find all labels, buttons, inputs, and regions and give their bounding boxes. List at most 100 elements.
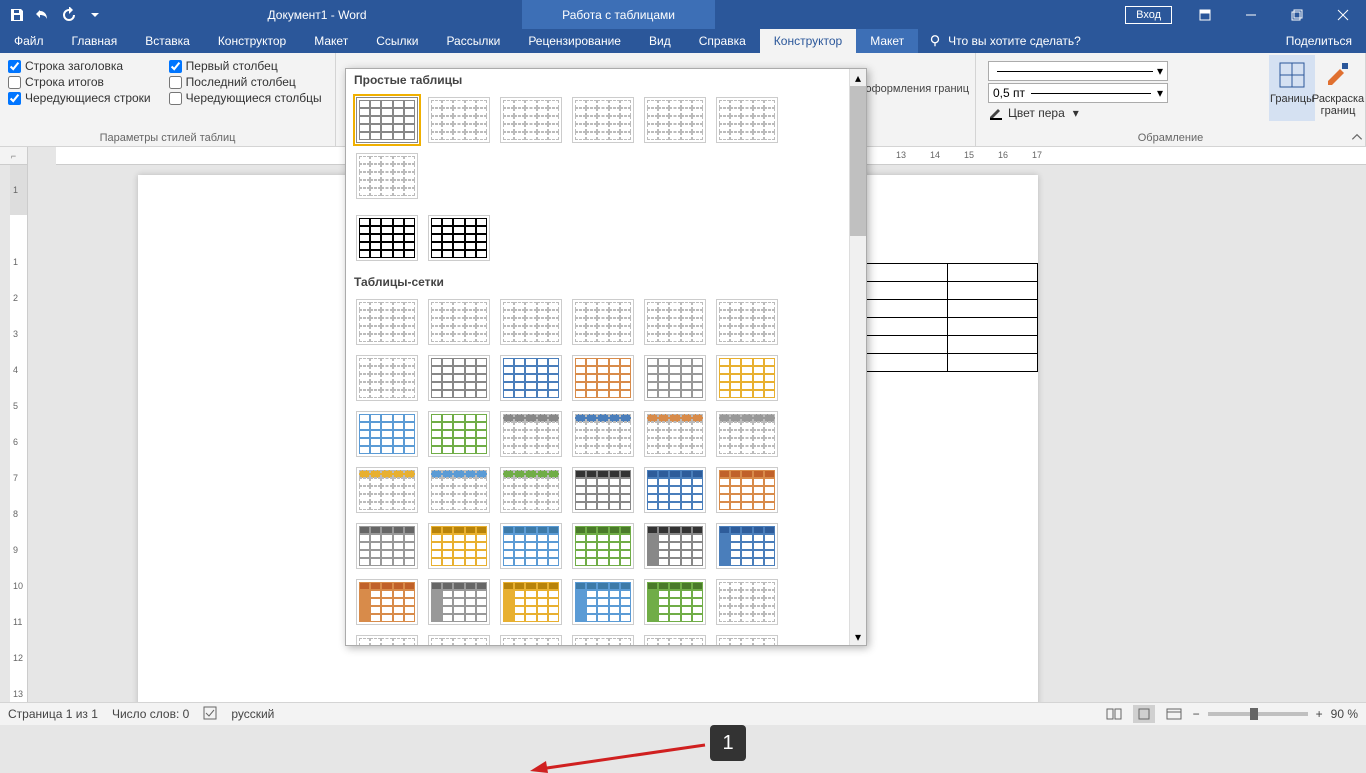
border-width-select[interactable]: 0,5 пт▾ — [988, 83, 1168, 103]
table-style-thumb[interactable] — [716, 299, 778, 345]
table-style-thumb[interactable] — [644, 299, 706, 345]
redo-button[interactable] — [56, 2, 82, 28]
tab-view[interactable]: Вид — [635, 29, 685, 53]
table-style-thumb[interactable] — [572, 467, 634, 513]
tab-mailings[interactable]: Рассылки — [432, 29, 514, 53]
status-page[interactable]: Страница 1 из 1 — [8, 707, 98, 721]
table-style-thumb[interactable] — [572, 579, 634, 625]
table-style-thumb[interactable] — [644, 411, 706, 457]
status-word-count[interactable]: Число слов: 0 — [112, 707, 189, 721]
check-banded-cols[interactable]: Чередующиеся столбцы — [169, 91, 322, 105]
table-style-thumb[interactable] — [356, 215, 418, 261]
table-style-thumb[interactable] — [716, 97, 778, 143]
table-style-thumb[interactable] — [644, 523, 706, 569]
table-style-thumb[interactable] — [428, 467, 490, 513]
gallery-scrollbar[interactable]: ▴ ▾ — [849, 69, 866, 645]
tab-design[interactable]: Конструктор — [204, 29, 300, 53]
table-style-thumb[interactable] — [428, 523, 490, 569]
table-style-thumb[interactable] — [716, 579, 778, 625]
scroll-down-button[interactable]: ▾ — [850, 628, 866, 645]
close-button[interactable] — [1320, 0, 1366, 29]
tell-me-search[interactable]: Что вы хотите сделать? — [918, 29, 1091, 53]
table-style-thumb[interactable] — [428, 635, 490, 645]
table-style-thumb[interactable] — [356, 355, 418, 401]
zoom-in-button[interactable]: + — [1316, 707, 1323, 721]
table-style-thumb[interactable] — [500, 355, 562, 401]
table-style-thumb[interactable] — [716, 467, 778, 513]
check-header-row[interactable]: Строка заголовка — [8, 59, 151, 73]
table-style-thumb[interactable] — [716, 355, 778, 401]
undo-button[interactable] — [30, 2, 56, 28]
table-style-thumb[interactable] — [500, 299, 562, 345]
tab-insert[interactable]: Вставка — [131, 29, 204, 53]
tab-home[interactable]: Главная — [58, 29, 132, 53]
login-button[interactable]: Вход — [1125, 6, 1172, 24]
tab-layout[interactable]: Макет — [300, 29, 362, 53]
table-style-thumb[interactable] — [428, 579, 490, 625]
zoom-slider[interactable] — [1208, 712, 1308, 716]
share-button[interactable]: Поделиться — [1266, 29, 1366, 53]
table-style-thumb[interactable] — [572, 523, 634, 569]
status-language[interactable]: русский — [231, 707, 274, 721]
border-style-select[interactable]: ▾ — [988, 61, 1168, 81]
table-style-thumb[interactable] — [356, 153, 418, 199]
status-proofing-icon[interactable] — [203, 706, 217, 723]
table-style-thumb[interactable] — [716, 635, 778, 645]
tab-table-layout[interactable]: Макет — [856, 29, 918, 53]
zoom-out-button[interactable]: − — [1193, 707, 1200, 721]
table-style-thumb[interactable] — [500, 411, 562, 457]
borders-button[interactable]: Границы — [1269, 55, 1315, 121]
ruler-vertical[interactable]: 112345678910111213 — [10, 165, 28, 702]
table-style-thumb[interactable] — [572, 97, 634, 143]
table-style-thumb[interactable] — [356, 467, 418, 513]
table-style-thumb[interactable] — [644, 635, 706, 645]
table-style-thumb[interactable] — [356, 523, 418, 569]
view-print-layout[interactable] — [1133, 705, 1155, 723]
border-painter-button[interactable]: Раскраска границ — [1315, 55, 1361, 121]
table-style-thumb[interactable] — [572, 355, 634, 401]
table-style-thumb[interactable] — [356, 97, 418, 143]
table-style-thumb[interactable] — [500, 97, 562, 143]
table-style-thumb[interactable] — [428, 299, 490, 345]
table-style-thumb[interactable] — [644, 97, 706, 143]
table-style-thumb[interactable] — [428, 355, 490, 401]
table-style-thumb[interactable] — [500, 579, 562, 625]
view-read-mode[interactable] — [1103, 705, 1125, 723]
table-style-thumb[interactable] — [572, 411, 634, 457]
table-style-thumb[interactable] — [716, 411, 778, 457]
qat-customize[interactable] — [82, 2, 108, 28]
table-style-thumb[interactable] — [356, 579, 418, 625]
table-style-thumb[interactable] — [356, 411, 418, 457]
scroll-up-button[interactable]: ▴ — [850, 69, 866, 86]
save-button[interactable] — [4, 2, 30, 28]
table-style-thumb[interactable] — [428, 411, 490, 457]
tab-help[interactable]: Справка — [685, 29, 760, 53]
table-style-thumb[interactable] — [572, 635, 634, 645]
table-style-thumb[interactable] — [500, 635, 562, 645]
table-style-thumb[interactable] — [356, 635, 418, 645]
tab-table-design[interactable]: Конструктор — [760, 29, 856, 53]
check-last-col[interactable]: Последний столбец — [169, 75, 322, 89]
tab-file[interactable]: Файл — [0, 29, 58, 53]
minimize-button[interactable] — [1228, 0, 1274, 29]
scroll-thumb[interactable] — [850, 86, 866, 236]
table-style-thumb[interactable] — [356, 299, 418, 345]
table-style-thumb[interactable] — [644, 467, 706, 513]
table-style-thumb[interactable] — [500, 523, 562, 569]
tab-references[interactable]: Ссылки — [362, 29, 432, 53]
table-style-thumb[interactable] — [644, 579, 706, 625]
table-style-thumb[interactable] — [644, 355, 706, 401]
maximize-button[interactable] — [1274, 0, 1320, 29]
view-web-layout[interactable] — [1163, 705, 1185, 723]
table-style-thumb[interactable] — [428, 215, 490, 261]
check-total-row[interactable]: Строка итогов — [8, 75, 151, 89]
check-banded-rows[interactable]: Чередующиеся строки — [8, 91, 151, 105]
table-style-thumb[interactable] — [716, 523, 778, 569]
zoom-level[interactable]: 90 % — [1331, 707, 1358, 721]
table-style-thumb[interactable] — [428, 97, 490, 143]
check-first-col[interactable]: Первый столбец — [169, 59, 322, 73]
tab-review[interactable]: Рецензирование — [514, 29, 635, 53]
ribbon-display-options[interactable] — [1182, 0, 1228, 29]
collapse-ribbon-button[interactable] — [1350, 130, 1364, 144]
table-style-thumb[interactable] — [572, 299, 634, 345]
